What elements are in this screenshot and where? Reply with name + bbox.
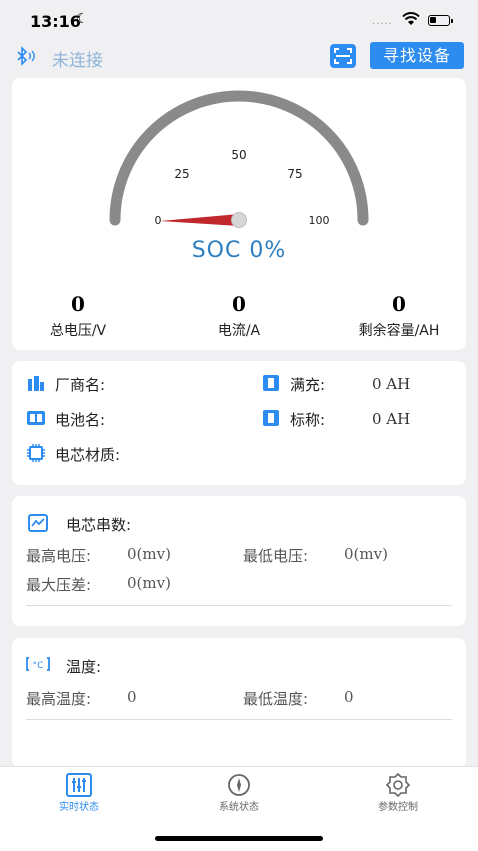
chip-icon [27, 444, 45, 462]
factory-icon [28, 376, 44, 391]
temperature-title: 温度: [66, 658, 102, 676]
gauge-tick-25: 25 [174, 167, 189, 181]
nominal-icon [263, 410, 279, 426]
tab-params[interactable]: 参数控制 [358, 770, 438, 814]
current-label: 电流/A [217, 323, 261, 339]
cell-material-label: 电芯材质: [55, 446, 121, 464]
nominal-label: 标称: [290, 411, 326, 429]
scan-button[interactable] [330, 44, 356, 68]
scan-icon [334, 48, 352, 64]
sliders-icon [66, 773, 92, 797]
tab-realtime[interactable]: 实时状态 [39, 770, 119, 814]
status-time: 13:16 [30, 12, 81, 31]
tab-params-label: 参数控制 [378, 802, 418, 813]
gauge-tick-50: 50 [231, 148, 246, 162]
current-value: 0 [232, 292, 246, 316]
max-voltage-label: 最高电压: [26, 547, 92, 565]
battery-name-label: 电池名: [55, 411, 106, 429]
waveform-icon [28, 514, 48, 532]
compass-icon [228, 774, 250, 796]
temperature-icon: °C [26, 657, 50, 671]
gauge-tick-75: 75 [287, 167, 302, 181]
full-charge-label: 满充: [290, 376, 326, 394]
temperature-divider [26, 719, 452, 720]
max-diff-label: 最大压差: [26, 576, 92, 594]
min-temp-label: 最低温度: [243, 690, 309, 708]
cell-count-title: 电芯串数: [66, 516, 132, 534]
remaining-capacity-value: 0 [392, 292, 406, 316]
gauge-tick-0: 0 [155, 214, 162, 227]
tab-system[interactable]: 系统状态 [199, 770, 279, 814]
gauge-tick-100: 100 [309, 214, 330, 227]
wifi-icon [402, 12, 420, 25]
connection-status: 未连接 [52, 51, 103, 71]
full-charge-icon [263, 375, 279, 391]
max-temp-label: 最高温度: [26, 690, 92, 708]
remaining-capacity-label: 剩余容量/AH [358, 323, 440, 339]
soc-label: SOC 0% [191, 238, 287, 263]
tab-realtime-label: 实时状态 [59, 802, 99, 813]
settings-gear-icon [385, 772, 411, 798]
manufacturer-label: 厂商名: [55, 376, 106, 394]
total-voltage-label: 总电压/V [49, 323, 107, 339]
max-temp-value: 0 [127, 688, 137, 706]
max-diff-value: 0(mv) [127, 574, 171, 592]
min-voltage-value: 0(mv) [344, 545, 388, 563]
full-charge-value: 0 AH [372, 375, 411, 393]
min-voltage-label: 最低电压: [243, 547, 309, 565]
svg-text:°C: °C [33, 661, 44, 671]
find-device-button[interactable]: 寻找设备 [370, 42, 464, 69]
total-voltage-value: 0 [71, 292, 85, 316]
max-voltage-value: 0(mv) [127, 545, 171, 563]
bluetooth-icon [17, 46, 35, 66]
tab-system-label: 系统状态 [219, 802, 259, 813]
min-temp-value: 0 [344, 688, 354, 706]
nominal-value: 0 AH [372, 410, 411, 428]
battery-icon [428, 15, 453, 26]
cell-divider [26, 605, 452, 606]
signal-dots: ..... [372, 16, 393, 27]
gauge-needle [160, 212, 247, 228]
battery-name-icon [27, 411, 45, 425]
home-indicator [155, 836, 323, 841]
moon-icon: ☾ [76, 11, 89, 27]
